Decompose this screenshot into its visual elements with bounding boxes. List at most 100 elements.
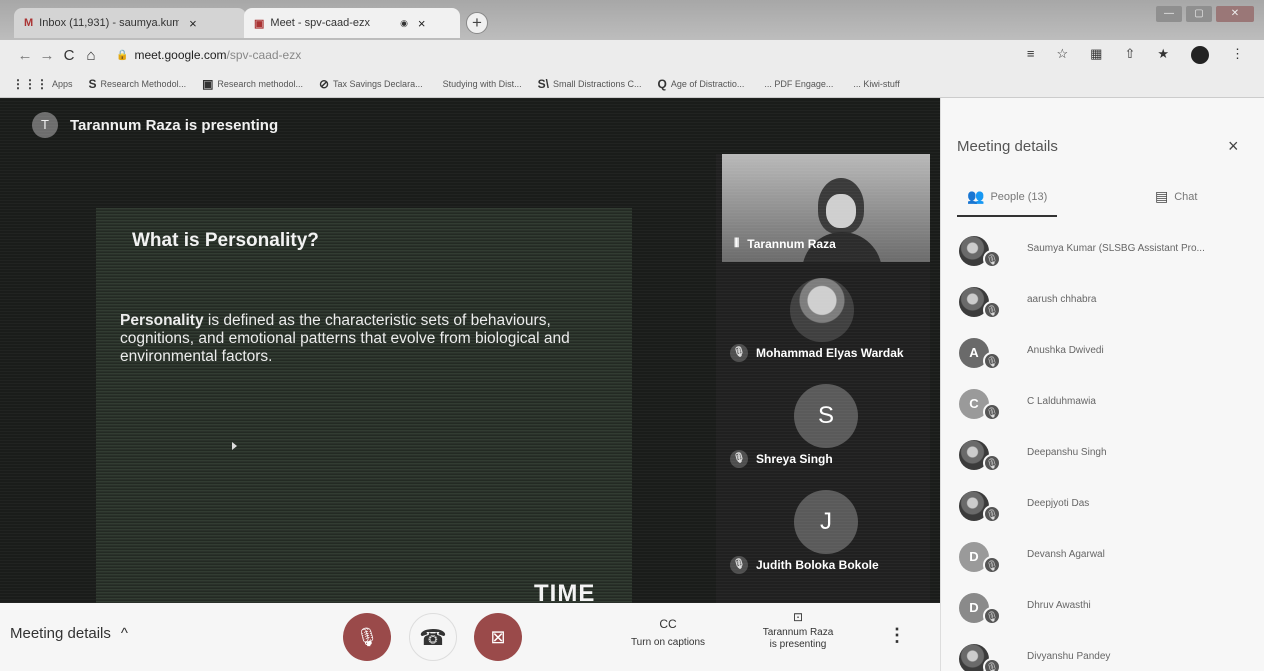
tile-label: 🎙 Judith Boloka Bokole (730, 556, 879, 574)
more-options-icon[interactable]: ⋮ (888, 625, 906, 646)
bookmark-favicon-icon: S\ (537, 76, 549, 91)
participant-tile-video[interactable]: ⦀ Tarannum Raza (722, 154, 930, 262)
captions-label: Turn on captions (630, 637, 706, 648)
hang-up-icon: ☎ (419, 625, 447, 650)
bookmark-label: Tax Savings Declara... (333, 78, 423, 89)
leave-call-button[interactable]: ☎ (409, 613, 457, 661)
presenting-banner: T Tarannum Raza is presenting (32, 112, 278, 138)
browser-menu-icon[interactable]: ⋮ (1231, 46, 1244, 64)
tab-chat[interactable]: ▤ Chat (1155, 188, 1197, 205)
bookmark-item[interactable]: Q Age of Distractio... (657, 77, 744, 91)
audio-level-icon: ⦀ (734, 236, 740, 250)
mic-off-icon: 🎙 (355, 627, 379, 647)
participant-tile[interactable]: 🎙 Mohammad Elyas Wardak (722, 278, 930, 366)
bookmark-item[interactable]: S\ Small Distractions C... (538, 77, 642, 91)
forward-icon[interactable]: → (36, 47, 58, 64)
participant-row[interactable]: D 🎙 Dhruv Awasthi (941, 583, 1264, 634)
bookmark-item[interactable]: ... Kiwi-stuff (849, 79, 899, 89)
lock-icon: 🔒 (116, 49, 129, 61)
tile-label: ⦀ Tarannum Raza (734, 236, 836, 251)
chevron-up-icon: ^ (120, 625, 128, 642)
slide-scanlines (96, 208, 632, 603)
participant-row[interactable]: 🎙 aarush chhabra (941, 277, 1264, 328)
participant-row[interactable]: 🎙 Deepjyoti Das (941, 481, 1264, 532)
participant-name: aarush chhabra (1027, 294, 1097, 305)
tab-title: Meet - spv-caad-ezx (270, 17, 371, 29)
mic-off-icon: 🎙 (983, 658, 1001, 671)
participant-name: C Lalduhmawia (1027, 396, 1096, 407)
extensions-puzzle-icon[interactable]: ★ (1157, 46, 1169, 64)
back-icon[interactable]: ← (14, 47, 36, 64)
tab-people[interactable]: 👥 People (13) (967, 188, 1047, 205)
panel-title: Meeting details (957, 138, 1058, 155)
minimize-button[interactable]: — (1156, 6, 1182, 22)
captions-button[interactable]: CC Turn on captions (608, 617, 728, 648)
meet-icon: ▣ (254, 17, 265, 30)
bookmark-item[interactable]: S Research Methodol... (89, 77, 187, 91)
bookmark-label: Research methodol... (217, 78, 303, 89)
participant-list: 🎙 Saumya Kumar (SLSBG Assistant Pro... 🎙… (941, 226, 1264, 671)
presenting-button[interactable]: ⊡ Tarannum Raza is presenting (748, 611, 848, 651)
extension-icon[interactable]: ⇧ (1124, 46, 1135, 64)
tab-inbox[interactable]: M Inbox (11,931) - saumya.kumar × (14, 8, 246, 38)
participant-row[interactable]: 🎙 Deepanshu Singh (941, 430, 1264, 481)
close-tab-icon[interactable]: × (189, 16, 197, 31)
meeting-details-toggle[interactable]: Meeting details ^ (10, 625, 128, 642)
mic-toggle-button[interactable]: 🎙 (343, 613, 391, 661)
close-icon[interactable]: × (1228, 136, 1239, 157)
mic-off-icon: 🎙 (983, 403, 1001, 421)
bookmark-favicon-icon: ⊘ (318, 76, 330, 91)
participant-avatar: S (794, 384, 858, 448)
mic-off-icon: 🎙 (730, 450, 748, 468)
slide-footer-text: TIME (534, 580, 596, 603)
slide-body-term: Personality (120, 312, 204, 329)
screen: M Inbox (11,931) - saumya.kumar × ▣ Meet… (0, 0, 1264, 671)
new-tab-button[interactable]: + (466, 12, 488, 34)
participant-tile[interactable]: J 🎙 Judith Boloka Bokole (722, 490, 930, 578)
maximize-button[interactable]: ▢ (1186, 6, 1212, 22)
bookmarks-bar: ⋮⋮⋮ Apps S Research Methodol... ▣ Research … (0, 70, 1264, 98)
participant-row[interactable]: A 🎙 Anushka Dwivedi (941, 328, 1264, 379)
tile-label: 🎙 Mohammad Elyas Wardak (730, 344, 904, 362)
participant-name: Shreya Singh (756, 452, 833, 466)
slide-title: What is Personality? (132, 230, 319, 251)
cast-icon[interactable]: ≡ (1027, 46, 1035, 64)
participant-tile[interactable]: S 🎙 Shreya Singh (722, 384, 930, 472)
extension-icon[interactable]: ▦ (1090, 46, 1102, 64)
home-icon[interactable]: ⌂ (80, 47, 102, 64)
url-field[interactable]: 🔒 meet.google.com /spv-caad-ezx (116, 48, 301, 62)
participant-name: Deepjyoti Das (1027, 498, 1090, 509)
close-tab-icon[interactable]: × (418, 16, 426, 31)
bookmark-apps[interactable]: ⋮⋮⋮ Apps (12, 77, 73, 91)
participant-name: Deepanshu Singh (1027, 447, 1107, 458)
mic-off-icon: 🎙 (983, 352, 1001, 370)
bookmark-item[interactable]: ▣ Research methodol... (202, 77, 303, 91)
extension-icons: ≡ ☆ ▦ ⇧ ★ ⋮ (1027, 46, 1244, 64)
mic-off-icon: 🎙 (983, 556, 1001, 574)
close-window-button[interactable]: ✕ (1216, 6, 1254, 22)
bookmark-favicon-icon: Q (657, 76, 667, 91)
shared-slide: What is Personality? Personality is defi… (96, 208, 632, 603)
presenting-text: Tarannum Raza is presenting (70, 116, 279, 134)
participant-row[interactable]: 🎙 Saumya Kumar (SLSBG Assistant Pro... (941, 226, 1264, 277)
participant-name: Mohammad Elyas Wardak (756, 346, 904, 360)
bookmark-item[interactable]: Studying with Dist... (439, 79, 522, 89)
reload-icon[interactable]: C (58, 47, 80, 64)
mic-off-icon: 🎙 (983, 454, 1001, 472)
tab-meet[interactable]: ▣ Meet - spv-caad-ezx ◉ × (244, 8, 460, 38)
participant-row[interactable]: 🎙 Divyanshu Pandey (941, 634, 1264, 671)
participant-row[interactable]: D 🎙 Devansh Agarwal (941, 532, 1264, 583)
gmail-icon: M (24, 17, 34, 29)
bookmark-star-icon[interactable]: ☆ (1056, 46, 1068, 64)
participant-row[interactable]: C 🎙 C Lalduhmawia (941, 379, 1264, 430)
participant-name: Saumya Kumar (SLSBG Assistant Pro... (1027, 243, 1205, 254)
mouse-cursor-icon (232, 442, 237, 450)
recording-indicator-icon: ◉ (400, 17, 408, 28)
camera-toggle-button[interactable]: ⊠ (474, 613, 522, 661)
bookmark-item[interactable]: ... PDF Engage... (760, 79, 833, 89)
url-path: /spv-caad-ezx (226, 48, 302, 62)
mic-off-icon: 🎙 (730, 556, 748, 574)
bookmark-item[interactable]: ⊘ Tax Savings Declara... (319, 77, 423, 91)
profile-avatar[interactable] (1191, 46, 1209, 64)
bookmark-label: Small Distractions C... (552, 78, 642, 89)
